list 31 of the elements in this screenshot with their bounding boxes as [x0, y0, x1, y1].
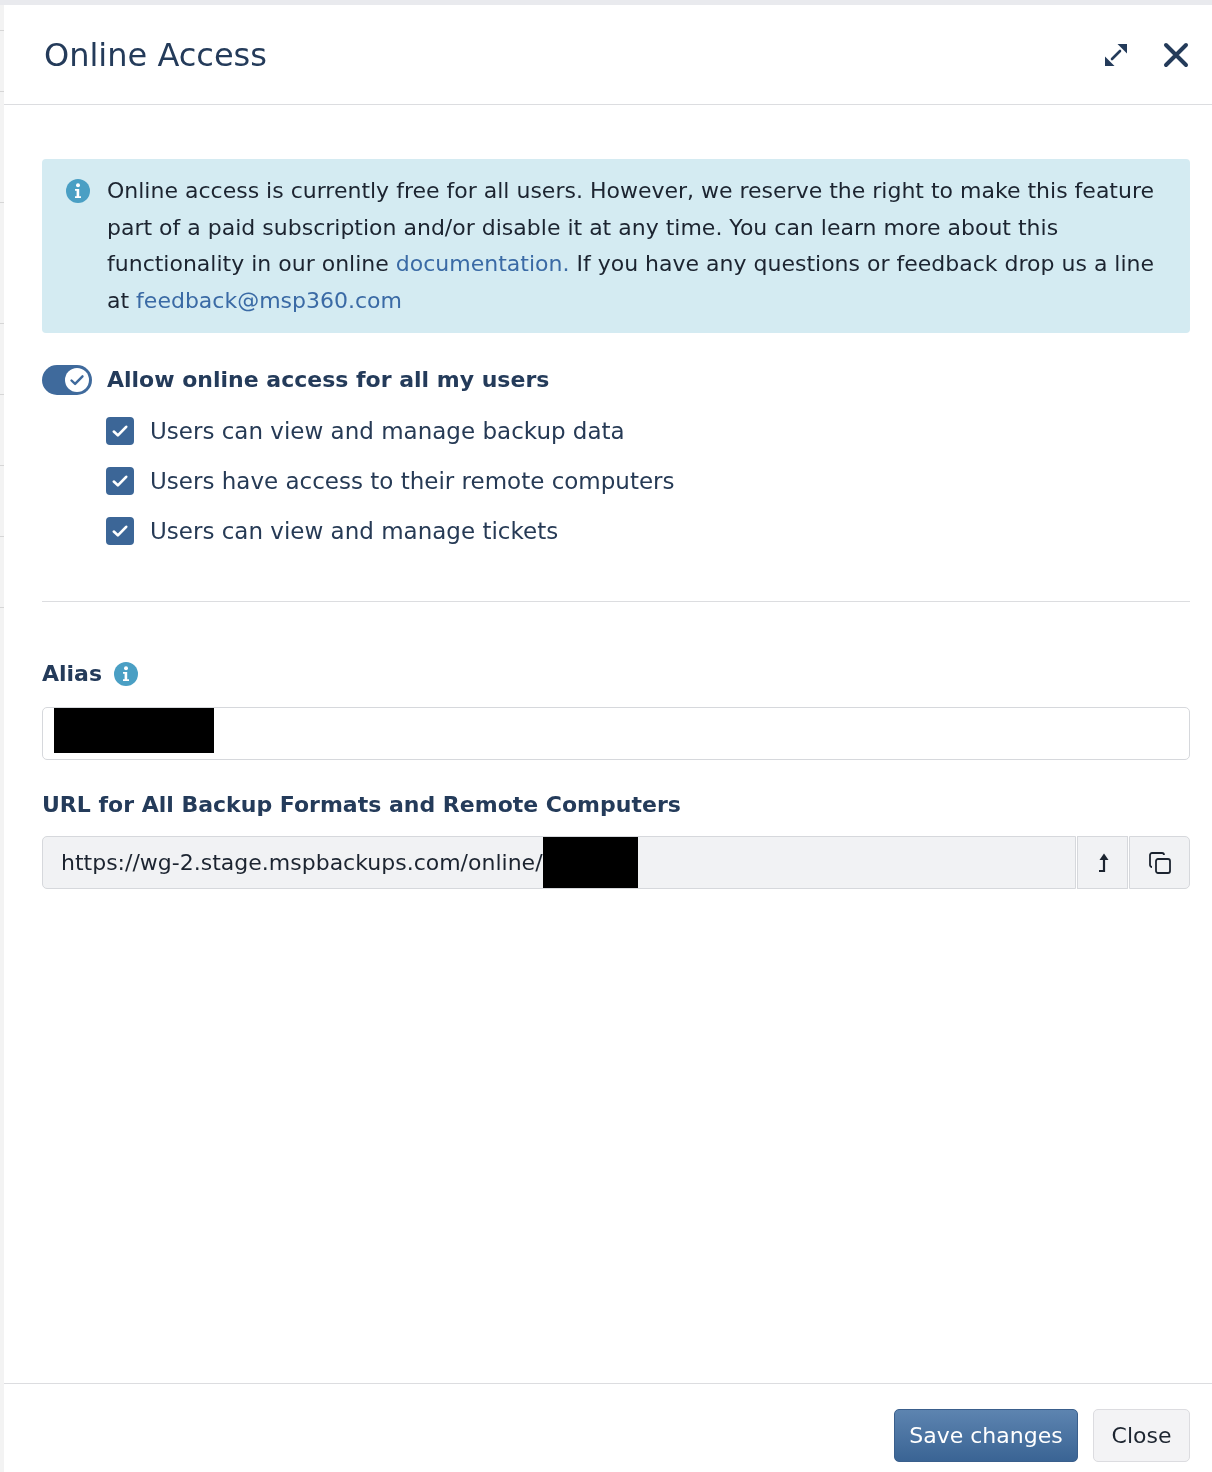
close-button[interactable]: Close: [1093, 1409, 1190, 1462]
open-button[interactable]: [1077, 836, 1128, 889]
toggle-switch[interactable]: [42, 364, 92, 395]
check-icon: [111, 422, 129, 440]
arrow-up-icon: [1096, 852, 1109, 873]
permission-label: Users can view and manage tickets: [150, 516, 559, 546]
save-button[interactable]: Save changes: [894, 1409, 1078, 1462]
close-button[interactable]: [1162, 40, 1190, 69]
copy-button[interactable]: [1129, 836, 1190, 889]
alias-field[interactable]: [42, 707, 1190, 760]
expand-button[interactable]: [1103, 41, 1129, 68]
info-icon: [66, 179, 90, 203]
checkbox[interactable]: [106, 517, 134, 545]
close-icon: [1163, 41, 1189, 68]
permission-label: Users have access to their remote computers: [150, 466, 675, 496]
url-field[interactable]: https://wg-2.stage.mspbackups.com/online/: [42, 836, 1076, 889]
url-label: URL for All Backup Formats and Remote Computers: [42, 791, 682, 819]
permission-label: Users can view and manage backup data: [150, 416, 625, 446]
checkbox[interactable]: [106, 467, 134, 495]
notice-text: Online access is currently free for all users. However, we reserve the right to make this feature part of a paid subscription and/or disable it at any time. You can learn more about this functionality in our online documentation. If you have any questions or feedback drop us a line at feedback@msp360.com: [107, 177, 1156, 315]
check-icon: [111, 522, 129, 540]
expand-icon: [1104, 42, 1128, 67]
documentation-link[interactable]: documentation.: [395, 251, 570, 276]
email-link[interactable]: feedback@msp360.com: [136, 287, 402, 313]
checkbox[interactable]: [106, 417, 134, 445]
alias-label: Alias: [42, 660, 103, 688]
check-icon: [111, 472, 129, 490]
toggle-label: Allow online access for all my users: [107, 366, 550, 394]
info-icon: [114, 662, 139, 686]
dialog-title: Online Access: [44, 34, 268, 76]
copy-icon: [1147, 850, 1172, 875]
